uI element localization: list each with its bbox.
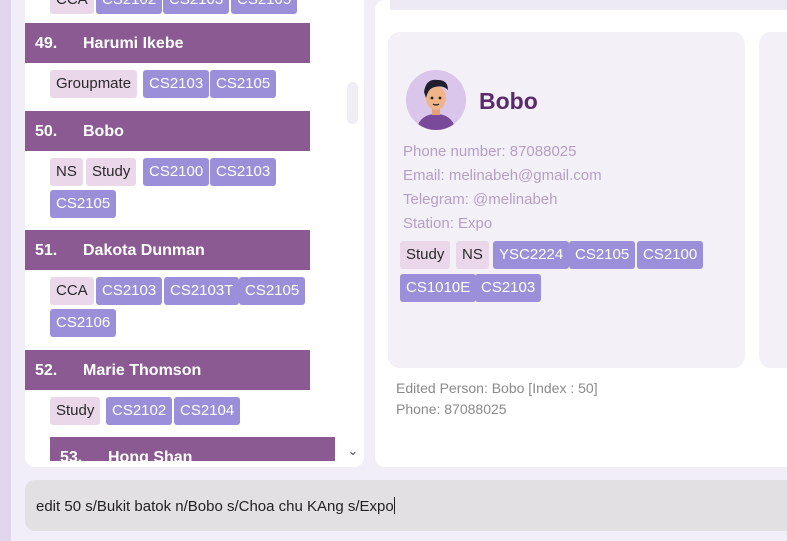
module-tag: CS2105 xyxy=(239,277,306,305)
command-text: edit 50 s/Bukit batok n/Bobo s/Choa chu … xyxy=(36,498,394,515)
card-name: Bobo xyxy=(83,123,124,140)
person-card-header[interactable]: 51. Dakota Dunman xyxy=(25,230,310,270)
module-tag: CS2104 xyxy=(174,397,241,425)
profile-card-next xyxy=(759,32,787,368)
module-tag: CS2105 xyxy=(231,0,298,14)
tag-cca: CCA xyxy=(50,0,94,14)
card-name: Marie Thomson xyxy=(83,362,202,379)
person-card-header[interactable]: 50. Bobo xyxy=(25,111,310,151)
telegram-field: Telegram: @melinabeh xyxy=(403,191,558,208)
card-index: 53. xyxy=(60,449,83,461)
module-tag: CS2103T xyxy=(164,277,240,305)
station-field: Station: Expo xyxy=(403,215,493,232)
text-caret xyxy=(393,497,395,514)
person-name: Bobo xyxy=(479,88,538,114)
command-input[interactable]: edit 50 s/Bukit batok n/Bobo s/Choa chu … xyxy=(36,497,395,515)
module-tag: CS2102 xyxy=(106,397,173,425)
module-tag: YSC2224 xyxy=(493,241,570,269)
module-tag: CS2103 xyxy=(163,0,230,14)
detail-top-bar xyxy=(390,0,787,10)
card-index: 51. xyxy=(35,242,58,259)
module-tag: CS2106 xyxy=(50,309,117,337)
person-card-header[interactable]: 53. Hong Shan xyxy=(50,437,335,461)
card-name: Dakota Dunman xyxy=(83,242,205,259)
tag-label: Groupmate xyxy=(50,70,138,98)
card-name: Harumi Ikebe xyxy=(83,35,184,52)
module-tag: CS2103 xyxy=(143,70,210,98)
card-index: 49. xyxy=(35,35,58,52)
module-tag: CS2105 xyxy=(50,190,117,218)
person-card-header[interactable]: 49. Harumi Ikebe xyxy=(25,23,310,63)
tag-label: NS xyxy=(456,241,489,269)
chevron-down-icon[interactable]: ⌄ xyxy=(345,444,361,460)
module-tag: CS2103 xyxy=(475,274,542,302)
result-message-phone: Phone: 87088025 xyxy=(396,401,507,417)
person-avatar-icon xyxy=(406,70,466,130)
tag-label: CCA xyxy=(50,277,94,305)
tag-label: Study xyxy=(86,158,137,186)
module-tag: CS2102 xyxy=(96,0,163,14)
module-tag: CS2100 xyxy=(637,241,704,269)
card-index: 52. xyxy=(35,362,58,379)
phone-field: Phone number: 87088025 xyxy=(403,143,577,160)
module-tag: CS1010E xyxy=(400,274,477,302)
module-tag: CS2103 xyxy=(210,158,277,186)
result-message: Edited Person: Bobo [Index : 50] xyxy=(396,380,598,396)
card-name: Hong Shan xyxy=(108,449,193,461)
card-clip: 53. Hong Shan xyxy=(25,437,335,461)
email-field: Email: melinabeh@gmail.com xyxy=(403,167,602,184)
module-tag: CS2105 xyxy=(569,241,636,269)
tag-label: Study xyxy=(50,397,101,425)
module-tag: CS2105 xyxy=(210,70,277,98)
card-index: 50. xyxy=(35,123,58,140)
person-card-header[interactable]: 52. Marie Thomson xyxy=(25,350,310,390)
window-edge xyxy=(0,0,11,541)
tag-label: Study xyxy=(400,241,451,269)
list-scrollbar-thumb[interactable] xyxy=(347,82,358,124)
module-tag: CS2103 xyxy=(96,277,163,305)
module-tag: CS2100 xyxy=(143,158,210,186)
tag-label: NS xyxy=(50,158,83,186)
